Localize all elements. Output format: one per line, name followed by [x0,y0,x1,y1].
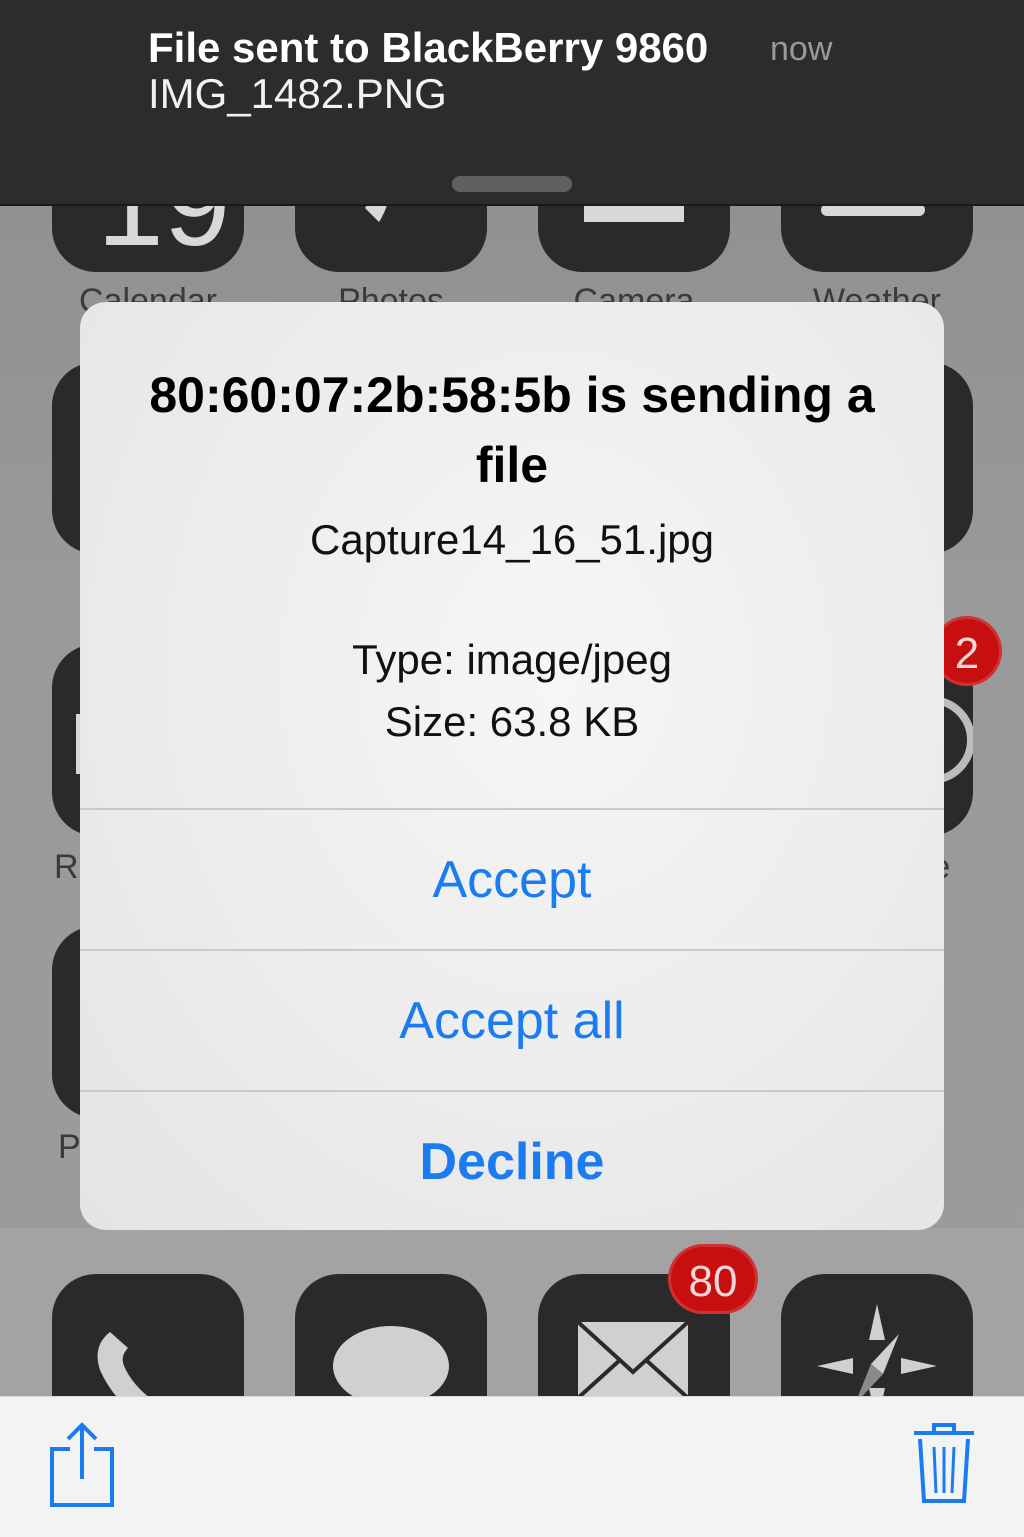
decline-button[interactable]: Decline [80,1090,944,1230]
mail-badge: 80 [668,1244,758,1314]
alert-filename: Capture14_16_51.jpg [309,516,714,563]
notification-body: IMG_1482.PNG [148,70,447,117]
accept-all-button[interactable]: Accept all [80,949,944,1091]
alert-file-type: Type: image/jpeg [352,636,672,683]
share-icon[interactable] [48,1421,116,1516]
alert-file-size: Size: 63.8 KB [384,698,640,745]
file-transfer-alert: 80:60:07:2b:58:5b is sending a file Capt… [80,302,944,1230]
bottom-toolbar [0,1396,1024,1537]
notification-banner[interactable]: File sent to BlackBerry 9860 now IMG_148… [0,0,1024,206]
notification-time: now [770,30,833,68]
banner-drag-handle[interactable] [452,176,572,192]
trash-icon[interactable] [912,1421,976,1510]
accept-button[interactable]: Accept [80,808,944,950]
alert-title: 80:60:07:2b:58:5b is sending a file [149,367,875,493]
notification-title: File sent to BlackBerry 9860 [148,24,709,71]
